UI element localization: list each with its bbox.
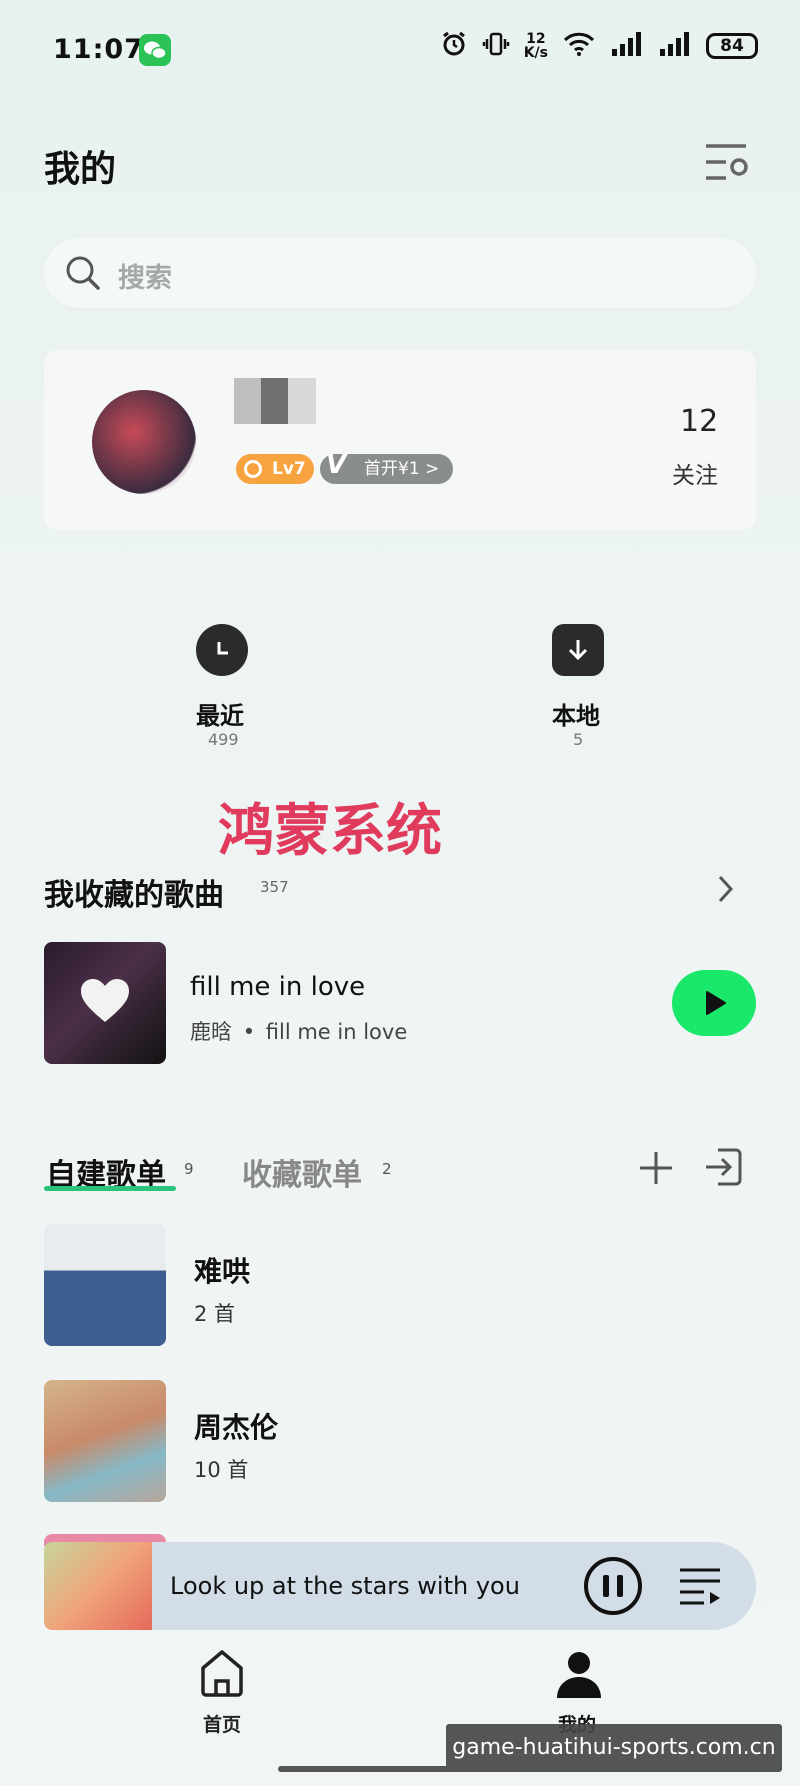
site-watermark: game-huatihui-sports.com.cn xyxy=(446,1724,782,1772)
nav-home-label[interactable]: 首页 xyxy=(203,1710,241,1737)
play-button[interactable] xyxy=(672,970,756,1036)
chevron-right-icon[interactable] xyxy=(712,874,738,904)
playlist-name[interactable]: 周杰伦 xyxy=(194,1406,278,1446)
follow-count[interactable]: 12 xyxy=(680,404,718,439)
alarm-icon xyxy=(440,30,468,62)
level-badge[interactable]: Lv7 xyxy=(236,454,314,484)
home-indicator[interactable] xyxy=(278,1766,522,1772)
favorites-title[interactable]: 我收藏的歌曲 xyxy=(44,870,224,914)
created-playlists-count: 9 xyxy=(184,1160,194,1178)
collected-playlists-count: 2 xyxy=(382,1160,392,1178)
import-playlist-icon[interactable] xyxy=(702,1146,744,1188)
signal-icon-1 xyxy=(610,31,644,61)
profile-icon[interactable] xyxy=(554,1648,604,1700)
favorite-song-meta: 鹿晗 • fill me in love xyxy=(190,1020,408,1044)
heart-icon xyxy=(78,976,132,1026)
local-label[interactable]: 本地 xyxy=(552,696,600,731)
signal-icon-2 xyxy=(658,31,692,61)
settings-icon[interactable] xyxy=(704,142,750,182)
now-playing-title[interactable]: Look up at the stars with you xyxy=(170,1572,520,1600)
favorite-song-title[interactable]: fill me in love xyxy=(190,972,365,1002)
recent-count: 499 xyxy=(208,730,239,749)
search-icon xyxy=(64,254,102,296)
pause-icon xyxy=(603,1575,609,1597)
avatar[interactable] xyxy=(92,390,196,494)
recent-label[interactable]: 最近 xyxy=(196,696,244,731)
vibrate-icon xyxy=(482,30,510,62)
overlay-watermark: 鸿蒙系统 xyxy=(218,799,442,864)
local-count: 5 xyxy=(573,730,584,749)
play-icon xyxy=(706,991,726,1015)
playlist-queue-icon[interactable] xyxy=(678,1566,724,1606)
playlist-cover[interactable] xyxy=(44,1224,166,1346)
tab-active-indicator xyxy=(44,1186,176,1191)
status-time: 11:07 xyxy=(53,34,144,65)
pause-button[interactable] xyxy=(584,1557,642,1615)
page-title: 我的 xyxy=(44,149,117,190)
tab-collected-playlists[interactable]: 收藏歌单 xyxy=(242,1150,362,1194)
playlist-name[interactable]: 难哄 xyxy=(194,1250,250,1290)
wifi-icon xyxy=(562,31,596,61)
add-playlist-icon[interactable] xyxy=(636,1148,676,1188)
clock-icon[interactable] xyxy=(196,624,248,676)
search-placeholder[interactable]: 搜索 xyxy=(118,256,172,295)
net-speed: 12 K/s xyxy=(523,31,548,61)
vip-icon: V xyxy=(326,450,347,480)
playlist-count: 10 首 xyxy=(194,1458,249,1482)
home-icon[interactable] xyxy=(198,1648,246,1698)
status-icons: 12 K/s 84 xyxy=(440,30,758,62)
playlist-cover[interactable] xyxy=(44,1380,166,1502)
username-blurred xyxy=(234,378,316,424)
playlist-count: 2 首 xyxy=(194,1302,236,1326)
wechat-notification-icon xyxy=(139,34,171,66)
follow-label[interactable]: 关注 xyxy=(672,456,718,490)
mini-player-cover[interactable] xyxy=(44,1542,152,1630)
favorites-count: 357 xyxy=(260,878,289,896)
download-icon[interactable] xyxy=(552,624,604,676)
battery-indicator: 84 xyxy=(706,33,758,59)
